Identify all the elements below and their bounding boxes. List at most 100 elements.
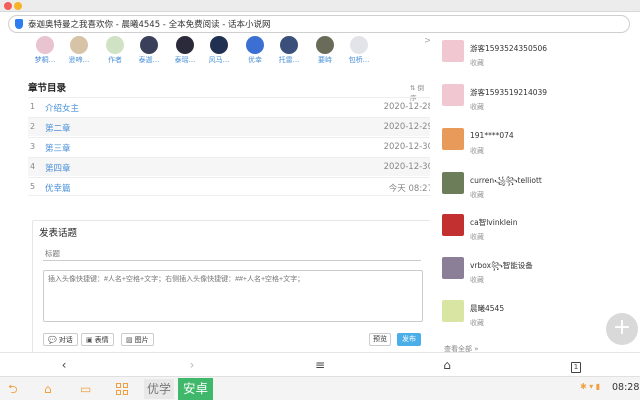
add-fab-button[interactable]: + — [606, 313, 638, 345]
user-name: 游客1593524350506 — [470, 44, 548, 53]
user-name: 晨曦4545 — [470, 304, 505, 313]
reader-item[interactable]: 梦桐... — [30, 36, 60, 65]
topic-content-textarea[interactable] — [43, 270, 423, 322]
apps-grid-icon[interactable] — [116, 383, 128, 395]
user-name: ca智lvinklein — [470, 218, 518, 227]
reader-item[interactable]: 优幸 — [240, 36, 270, 65]
reader-item[interactable]: 作者 — [100, 36, 130, 65]
address-bar[interactable]: 泰迦奥特曼之我喜欢你 - 晨曦4545 - 全本免费阅读 - 话本小说网 — [8, 15, 630, 33]
reader-name: 要峙 — [318, 56, 332, 64]
chapter-row[interactable]: 5 优幸篇 今天 08:27 — [28, 177, 430, 196]
image-button[interactable]: ▨ 图片 — [121, 333, 154, 346]
chapter-row[interactable]: 4 第四章 2020-12-30 — [28, 157, 430, 176]
chapter-title[interactable]: 第四章 — [45, 162, 71, 174]
reader-name: 托雷... — [278, 56, 300, 64]
page-title-url: 泰迦奥特曼之我喜欢你 - 晨曦4545 - 全本免费阅读 - 话本小说网 — [28, 20, 271, 30]
recent-apps-icon[interactable]: ▭ — [80, 381, 91, 397]
reader-item[interactable]: 逊啼... — [64, 36, 94, 65]
back-arrow-icon[interactable]: ‹ — [54, 356, 74, 374]
reader-item[interactable]: 泰迦... — [134, 36, 164, 65]
home-icon[interactable]: ⌂ — [437, 356, 457, 374]
reader-name: 梦桐... — [34, 56, 56, 64]
minimize-window-icon[interactable] — [14, 2, 22, 10]
avatar — [442, 40, 464, 62]
user-name: 191****074 — [470, 131, 514, 140]
image-icon: ▨ — [126, 335, 133, 344]
user-item[interactable]: ca智lvinklein 收藏 — [440, 214, 630, 252]
avatar — [106, 36, 124, 54]
dialog-button-label: 对话 — [58, 335, 73, 344]
return-icon[interactable]: ⮌ — [8, 381, 18, 397]
tabs-icon[interactable]: 1 — [566, 356, 586, 374]
reader-name: 作者 — [108, 56, 122, 64]
chapter-row[interactable]: 3 第三章 2020-12-30 — [28, 137, 430, 156]
chapter-date: 2020-12-28 — [383, 102, 430, 112]
reader-name: 泰瑶... — [174, 56, 196, 64]
reader-item[interactable]: 要峙 — [310, 36, 340, 65]
chapter-date: 2020-12-30 — [383, 142, 430, 152]
user-label: 收藏 — [470, 276, 484, 284]
reader-item[interactable]: 包桥... — [344, 36, 374, 65]
status-icons: ✱ ▾ ▮ — [580, 382, 601, 391]
clock: 08:28 — [612, 382, 640, 393]
chapter-number: 1 — [30, 102, 36, 111]
plus-icon: + — [612, 315, 632, 340]
chevron-right-icon[interactable]: > — [424, 36, 430, 46]
publish-button[interactable]: 发布 — [397, 333, 421, 346]
close-window-icon[interactable] — [4, 2, 12, 10]
reader-name: 逊啼... — [68, 56, 90, 64]
chat-bubble-icon: 💬 — [48, 335, 57, 344]
brand-label-android[interactable]: 安卓 — [178, 378, 214, 400]
chapter-title[interactable]: 优幸篇 — [45, 182, 71, 194]
image-button-label: 图片 — [134, 335, 149, 344]
avatar — [70, 36, 88, 54]
avatar — [36, 36, 54, 54]
reader-name: 风马... — [208, 56, 230, 64]
reader-name: 泰迦... — [138, 56, 160, 64]
avatar — [210, 36, 228, 54]
user-item[interactable]: vrbox꧂智能设备 收藏 — [440, 257, 630, 295]
avatar — [280, 36, 298, 54]
user-item[interactable]: 游客1593519214039 收藏 — [440, 84, 630, 122]
dialog-button[interactable]: 💬 对话 — [43, 333, 78, 346]
avatar — [442, 172, 464, 194]
emoji-button[interactable]: ▣ 表情 — [81, 333, 114, 346]
chapter-row[interactable]: 1 介绍女主 2020-12-28 — [28, 97, 430, 116]
chapter-title[interactable]: 介绍女主 — [45, 102, 79, 114]
avatar — [442, 300, 464, 322]
chapter-date: 2020-12-29 — [383, 122, 430, 132]
system-home-icon[interactable]: ⌂ — [44, 381, 52, 397]
reader-item[interactable]: 泰瑶... — [170, 36, 200, 65]
user-name: 游客1593519214039 — [470, 88, 548, 97]
user-item[interactable]: 晨曦4545 收藏 — [440, 300, 630, 338]
user-label: 收藏 — [470, 103, 484, 111]
avatar — [442, 84, 464, 106]
user-name: vrbox꧂智能设备 — [470, 261, 533, 270]
post-heading: 发表话题 — [39, 228, 78, 239]
preview-button[interactable]: 预览 — [369, 333, 391, 346]
chapter-number: 2 — [30, 122, 36, 131]
main-content: 梦桐... 逊啼... 作者 泰迦... 泰瑶... 风马... 优幸 托雷..… — [0, 36, 430, 352]
avatar — [316, 36, 334, 54]
chapter-number: 4 — [30, 162, 36, 171]
chapter-title[interactable]: 第三章 — [45, 142, 71, 154]
topic-title-input[interactable] — [43, 247, 421, 261]
user-label: 收藏 — [470, 319, 484, 327]
reader-item[interactable]: 风马... — [204, 36, 234, 65]
user-item[interactable]: 游客1593524350506 收藏 — [440, 40, 630, 78]
window-titlebar — [0, 0, 640, 12]
emoji-button-label: 表情 — [94, 335, 109, 344]
reader-avatars: 梦桐... 逊啼... 作者 泰迦... 泰瑶... 风马... 优幸 托雷..… — [30, 36, 430, 64]
chapter-row[interactable]: 2 第二章 2020-12-29 — [28, 117, 430, 136]
forward-arrow-icon[interactable]: › — [182, 356, 202, 374]
user-item[interactable]: 191****074 收藏 — [440, 128, 630, 166]
avatar — [442, 214, 464, 236]
brand-label-youxue[interactable]: 优学 — [144, 379, 175, 399]
menu-icon[interactable]: ≡ — [310, 356, 330, 374]
chapter-title[interactable]: 第二章 — [45, 122, 71, 134]
user-label: 收藏 — [470, 191, 484, 199]
user-item[interactable]: curren꧁꧂telliott 收藏 — [440, 172, 630, 210]
reader-item[interactable]: 托雷... — [274, 36, 304, 65]
avatar — [176, 36, 194, 54]
avatar — [442, 257, 464, 279]
